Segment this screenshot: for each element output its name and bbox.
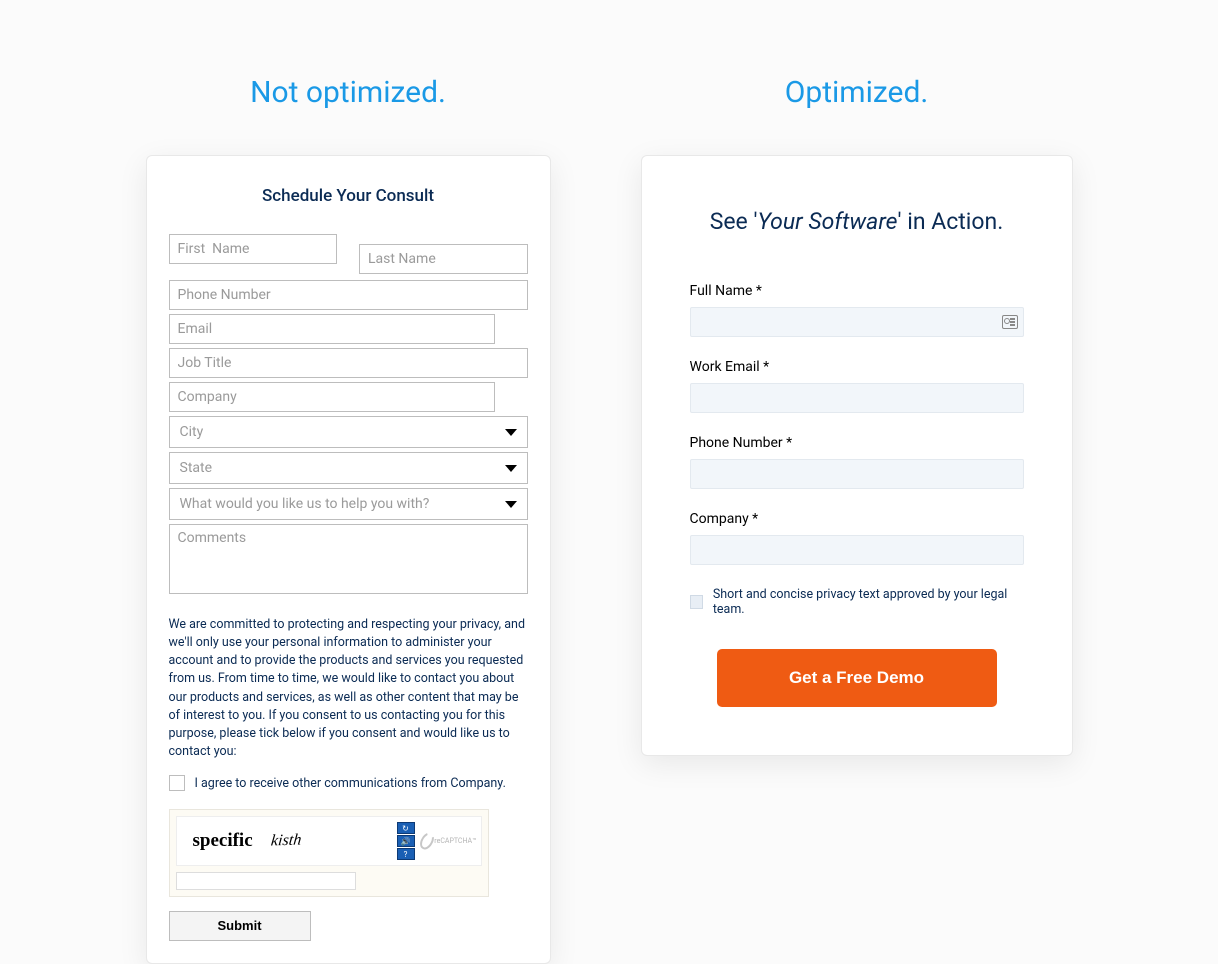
submit-button[interactable]: Submit: [169, 911, 311, 941]
phone-input-right[interactable]: [690, 459, 1024, 489]
name-row: [169, 234, 528, 274]
consent-label: I agree to receive other communications …: [195, 776, 506, 791]
captcha-challenge: specific kisth ↻ 🔊 ? reCAPTCHA™: [176, 816, 482, 866]
recaptcha-widget: specific kisth ↻ 🔊 ? reCAPTCHA™: [169, 809, 489, 897]
phone-label: Phone Number *: [690, 435, 1024, 451]
contact-card-icon: [1002, 315, 1018, 329]
first-name-input[interactable]: [169, 234, 338, 264]
right-form-title: See 'Your Software' in Action.: [690, 208, 1024, 235]
recaptcha-brand-text: reCAPTCHA™: [434, 837, 476, 845]
fullname-input[interactable]: [690, 307, 1024, 337]
captcha-controls: ↻ 🔊 ?: [397, 822, 415, 860]
workemail-group: Work Email *: [690, 359, 1024, 413]
captcha-image: specific kisth: [181, 821, 391, 861]
help-select[interactable]: What would you like us to help you with?: [169, 488, 528, 520]
title-italic: Your Software: [757, 208, 897, 235]
left-form-title: Schedule Your Consult: [169, 186, 528, 206]
left-column: Not optimized. Schedule Your Consult: [146, 75, 551, 964]
workemail-input[interactable]: [690, 383, 1024, 413]
phone-input[interactable]: [169, 280, 528, 310]
company-label: Company *: [690, 511, 1024, 527]
chevron-down-icon: [505, 429, 517, 436]
chevron-down-icon: [505, 501, 517, 508]
consent-checkbox[interactable]: [169, 775, 185, 791]
right-heading: Optimized.: [785, 75, 929, 110]
right-form-card: See 'Your Software' in Action. Full Name…: [641, 155, 1073, 756]
city-select-label: City: [180, 424, 204, 440]
left-form-card: Schedule Your Consult: [146, 155, 551, 964]
recaptcha-logo: reCAPTCHA™: [421, 821, 477, 861]
help-select-label: What would you like us to help you with?: [180, 496, 430, 512]
last-name-input[interactable]: [359, 244, 528, 274]
state-select[interactable]: State: [169, 452, 528, 484]
workemail-label: Work Email *: [690, 359, 1024, 375]
state-select-label: State: [180, 460, 213, 476]
privacy-paragraph: We are committed to protecting and respe…: [169, 616, 528, 761]
fullname-group: Full Name *: [690, 283, 1024, 337]
chevron-down-icon: [505, 465, 517, 472]
captcha-answer-input[interactable]: [176, 872, 356, 890]
privacy-row: Short and concise privacy text approved …: [690, 587, 1024, 617]
right-column: Optimized. See 'Your Software' in Action…: [641, 75, 1073, 964]
fullname-label: Full Name *: [690, 283, 1024, 299]
left-heading: Not optimized.: [250, 75, 446, 110]
city-select[interactable]: City: [169, 416, 528, 448]
phone-group: Phone Number *: [690, 435, 1024, 489]
captcha-refresh-icon[interactable]: ↻: [397, 822, 415, 834]
comments-textarea[interactable]: [169, 524, 528, 594]
company-input[interactable]: [169, 382, 496, 412]
title-post: ' in Action.: [898, 208, 1004, 235]
captcha-word-1: specific: [193, 830, 253, 852]
captcha-audio-icon[interactable]: 🔊: [397, 835, 415, 847]
captcha-word-2: kisth: [270, 831, 302, 850]
title-pre: See ': [710, 208, 758, 235]
email-input[interactable]: [169, 314, 496, 344]
job-title-input[interactable]: [169, 348, 528, 378]
get-demo-button[interactable]: Get a Free Demo: [717, 649, 997, 707]
company-input-right[interactable]: [690, 535, 1024, 565]
privacy-checkbox[interactable]: [690, 595, 703, 609]
comparison-container: Not optimized. Schedule Your Consult: [0, 0, 1218, 964]
company-group: Company *: [690, 511, 1024, 565]
captcha-help-icon[interactable]: ?: [397, 848, 415, 860]
privacy-short-text: Short and concise privacy text approved …: [713, 587, 1024, 617]
recaptcha-circle-icon: [417, 830, 436, 851]
consent-row: I agree to receive other communications …: [169, 775, 528, 791]
